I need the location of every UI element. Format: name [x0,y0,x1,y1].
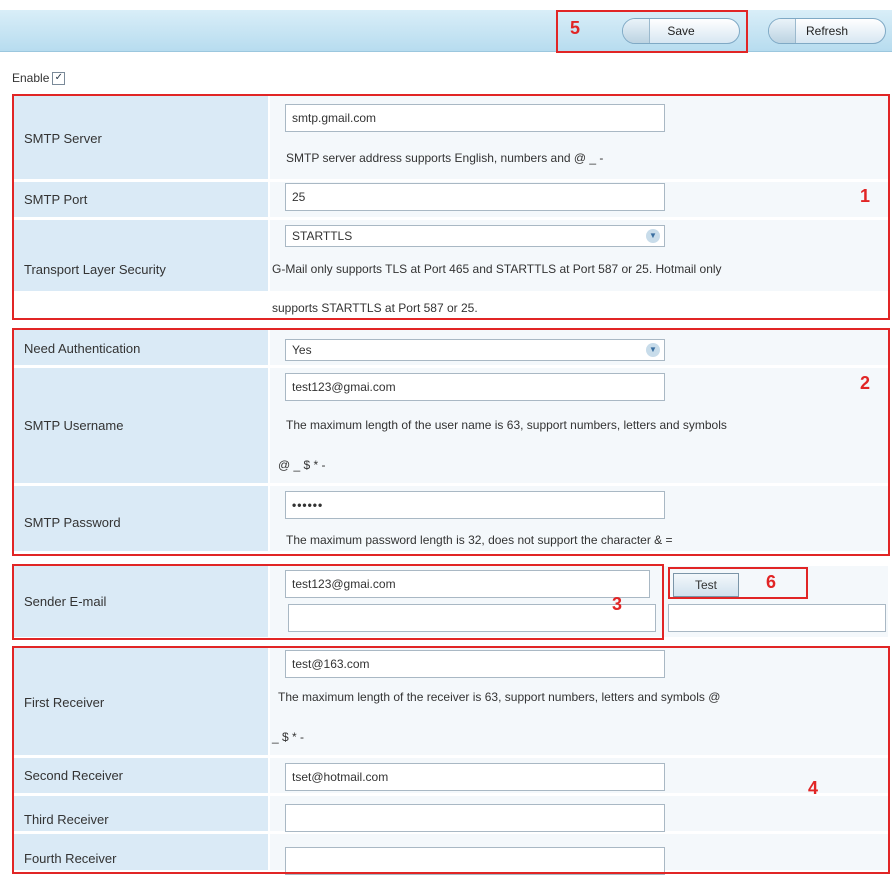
refresh-button[interactable]: Refresh [768,18,886,44]
annotation-2: 2 [860,373,871,393]
enable-row: Enable ✓ [12,68,66,88]
annotation-box-1 [12,94,890,320]
annotation-1: 1 [860,186,871,206]
annotation-6: 6 [766,572,777,592]
annotation-box-5 [556,10,748,53]
enable-checkbox[interactable]: ✓ [52,72,66,86]
annotation-3: 3 [612,594,623,614]
test-result-field [668,604,886,632]
annotation-box-4 [12,646,890,874]
annotation-4: 4 [808,778,819,798]
annotation-5: 5 [570,18,581,38]
toolbar [0,10,892,52]
annotation-box-6 [668,567,808,599]
enable-label: Enable [12,71,50,85]
annotation-box-3 [12,564,664,640]
annotation-box-2 [12,328,890,556]
refresh-button-label: Refresh [805,24,849,38]
refresh-button-cap [769,19,796,43]
